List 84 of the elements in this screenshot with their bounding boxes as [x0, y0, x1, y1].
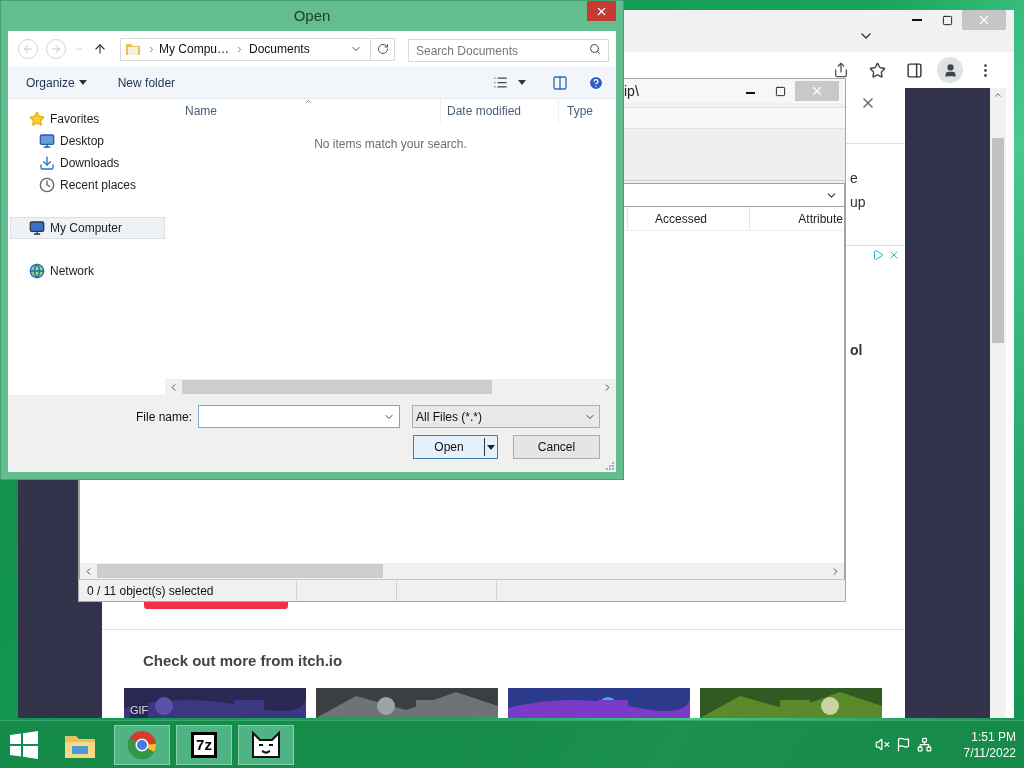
clock-date[interactable]: 7/11/2022	[963, 744, 1016, 761]
profile-avatar[interactable]	[937, 57, 963, 83]
nav-item[interactable]: Recent places	[10, 174, 165, 196]
column-header[interactable]: Name	[165, 99, 440, 123]
format-badge: GIF	[130, 702, 149, 718]
computer-icon	[29, 220, 45, 236]
breadcrumb-item[interactable]: Documents	[249, 40, 310, 58]
new-folder-button[interactable]: New folder	[117, 73, 176, 92]
caret-icon	[78, 80, 87, 85]
archiver-icon: 7z	[191, 731, 217, 758]
empty-message: No items match your search.	[314, 136, 467, 151]
file-name-field[interactable]	[198, 405, 400, 428]
horizontal-scrollbar[interactable]	[165, 379, 616, 395]
horizontal-scrollbar[interactable]	[80, 563, 844, 579]
column-header[interactable]: Type	[558, 99, 616, 123]
chevron-right-icon[interactable]	[235, 44, 244, 54]
minimize-icon	[745, 92, 755, 94]
preview-pane-icon[interactable]	[552, 74, 568, 91]
section-title: Check out more from itch.io	[143, 650, 344, 671]
close-icon	[977, 13, 991, 27]
archiver-button[interactable]: 7z	[176, 724, 232, 765]
column-header[interactable]: Date modified	[440, 99, 558, 123]
maximize-icon	[774, 85, 786, 97]
help-icon[interactable]	[588, 74, 604, 91]
browser-logo-icon	[127, 729, 157, 760]
column-header[interactable]: Attribute	[749, 207, 844, 230]
close-icon	[810, 84, 824, 98]
ad-close-icon[interactable]	[888, 249, 900, 261]
monitor-icon	[39, 133, 55, 149]
breadcrumb-item[interactable]: My Compu…	[159, 40, 229, 58]
network-icon[interactable]	[917, 737, 932, 752]
clock-time[interactable]: 1:51 PM	[971, 728, 1016, 745]
flag-icon[interactable]	[896, 737, 911, 752]
clock-icon	[39, 177, 55, 193]
cancel-button[interactable]: Cancel	[513, 435, 600, 459]
cat-icon	[250, 729, 282, 760]
file-type-select[interactable]: All Files (*.*)	[412, 405, 600, 428]
side-panel-icon[interactable]	[906, 61, 923, 79]
organize-button[interactable]: Organize	[26, 73, 87, 92]
close-button[interactable]	[587, 1, 616, 21]
caret-icon	[487, 444, 495, 450]
share-icon[interactable]	[833, 62, 849, 78]
nav-item[interactable]: Favorites	[10, 108, 165, 130]
muted-speaker-icon[interactable]	[875, 737, 890, 752]
star-icon	[29, 111, 45, 127]
user-icon	[942, 62, 958, 78]
folder-icon	[125, 41, 141, 57]
search-icon	[589, 42, 601, 55]
nav-item[interactable]: My Computer	[10, 217, 165, 239]
scrollbar-thumb[interactable]	[992, 138, 1004, 343]
chevron-down-icon	[74, 44, 84, 54]
ad-info-icon[interactable]	[872, 249, 884, 261]
windows-logo-icon	[10, 730, 38, 759]
field-label: File name:	[135, 408, 192, 426]
text-fragment: ol	[850, 341, 863, 360]
nav-item[interactable]: Downloads	[10, 152, 165, 174]
scrollbar[interactable]	[990, 88, 1006, 718]
forward-arrow-icon	[50, 43, 62, 55]
cat-app-button[interactable]	[238, 724, 294, 765]
window-title: ip\	[624, 81, 639, 101]
chevron-right-icon[interactable]	[147, 44, 156, 54]
nav-item[interactable]: Network	[10, 260, 165, 282]
text-fragment: e	[850, 169, 858, 188]
browser-button[interactable]	[114, 724, 170, 765]
scroll-up-icon[interactable]	[993, 90, 1003, 100]
caret-icon[interactable]	[518, 80, 526, 85]
bookmark-star-icon[interactable]	[869, 61, 886, 79]
minimize-icon	[912, 19, 922, 21]
download-icon	[39, 155, 55, 171]
globe-icon	[29, 263, 45, 279]
nav-item[interactable]: Desktop	[10, 130, 165, 152]
status-text: 0 / 11 object(s) selected	[79, 580, 297, 601]
column-header[interactable]: Accessed	[627, 207, 749, 230]
dialog-title: Open	[293, 5, 331, 26]
text-fragment: up	[850, 193, 866, 212]
maximize-icon	[941, 14, 953, 26]
view-options-icon[interactable]	[493, 75, 508, 90]
open-button[interactable]: Open	[413, 435, 498, 459]
back-arrow-icon	[22, 43, 34, 55]
address-bar[interactable]: My Compu… Documents	[120, 37, 395, 61]
search-field[interactable]: Search Documents	[408, 39, 609, 62]
refresh-icon[interactable]	[376, 43, 389, 55]
action-button[interactable]	[144, 601, 288, 609]
resize-grip-icon[interactable]	[606, 462, 614, 470]
